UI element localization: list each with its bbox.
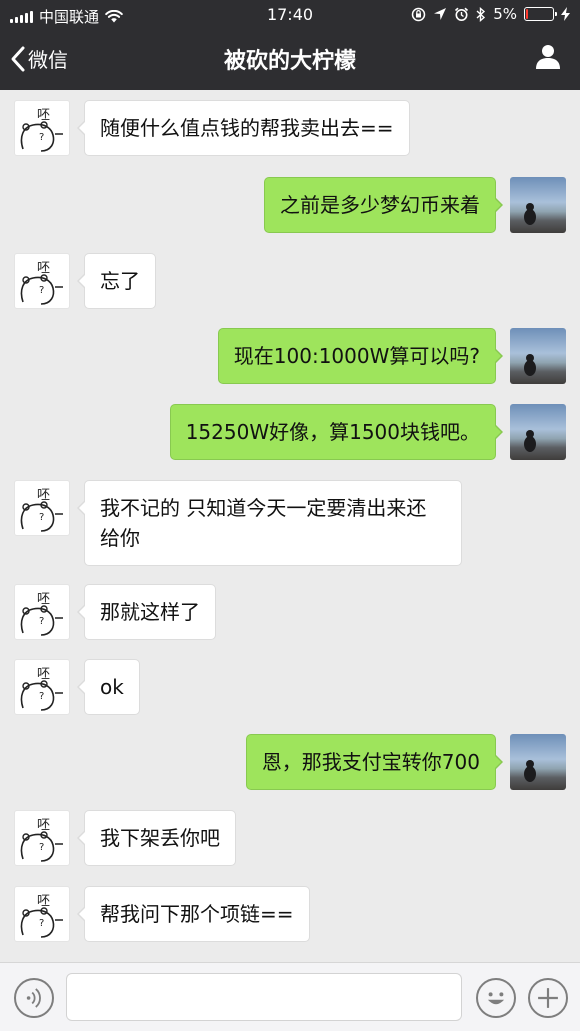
rotation-lock-icon [411, 7, 426, 21]
chat-info-button[interactable] [534, 42, 562, 74]
bear-sticker-avatar: 呸 ? [20, 592, 63, 636]
location-icon [434, 8, 447, 20]
nav-bar: 微信 被砍的大柠檬 [0, 30, 580, 90]
svg-text:?: ? [39, 285, 44, 296]
photo-avatar [524, 203, 536, 225]
alarm-icon [455, 7, 469, 21]
svg-text:呸: 呸 [37, 108, 50, 123]
svg-text:呸: 呸 [37, 818, 50, 833]
plus-icon [538, 988, 558, 1008]
friend-avatar[interactable]: 呸 ? [14, 659, 70, 715]
svg-text:呸: 呸 [37, 592, 50, 607]
svg-text:?: ? [39, 132, 44, 143]
message-bubble[interactable]: 恩，那我支付宝转你700 [245, 734, 504, 790]
message-bubble[interactable]: 现在100:1000W算可以吗? [217, 328, 504, 384]
voice-button[interactable] [14, 978, 54, 1018]
emoji-icon [487, 992, 505, 1005]
message-bubble[interactable]: 随便什么值点钱的帮我卖出去== [77, 100, 410, 156]
svg-text:?: ? [39, 918, 44, 929]
chat-title: 被砍的大柠檬 [223, 49, 356, 74]
svg-text:呸: 呸 [37, 894, 50, 909]
friend-avatar[interactable]: 呸 ? [14, 100, 70, 156]
chat-area[interactable]: 呸 ? 随便什么值点钱的帮我卖出去== 之前是多少梦幻币来着 呸 ? 忘了 现在… [0, 90, 580, 962]
photo-avatar [524, 430, 536, 452]
svg-text:?: ? [39, 842, 44, 853]
message-bubble[interactable]: 忘了 [77, 253, 156, 309]
charging-icon [561, 7, 570, 21]
friend-avatar[interactable]: 呸 ? [14, 886, 70, 942]
friend-avatar[interactable]: 呸 ? [14, 584, 70, 640]
svg-text:呸: 呸 [37, 261, 50, 276]
bear-sticker-avatar: 呸 ? [20, 108, 63, 152]
more-button[interactable] [528, 978, 568, 1018]
my-avatar[interactable] [510, 734, 566, 790]
bear-sticker-avatar: 呸 ? [20, 818, 63, 862]
svg-text:?: ? [39, 691, 44, 702]
battery-icon [524, 7, 557, 21]
message-bubble[interactable]: 之前是多少梦幻币来着 [264, 177, 503, 233]
emoji-button[interactable] [476, 978, 516, 1018]
battery-percent: 5% [493, 5, 517, 23]
bear-sticker-avatar: 呸 ? [20, 488, 63, 532]
friend-avatar[interactable]: 呸 ? [14, 810, 70, 866]
photo-avatar [524, 760, 536, 782]
bear-sticker-avatar: 呸 ? [20, 667, 63, 711]
message-bubble[interactable]: 我不记的 只知道今天一定要清出来还给你 [77, 480, 462, 566]
my-avatar[interactable] [510, 177, 566, 233]
voice-icon [26, 988, 41, 1008]
friend-avatar[interactable]: 呸 ? [14, 480, 70, 536]
svg-text:呸: 呸 [37, 488, 50, 503]
message-bubble[interactable]: 15250W好像，算1500块钱吧。 [169, 404, 504, 460]
svg-text:?: ? [39, 616, 44, 627]
message-bubble[interactable]: 那就这样了 [77, 584, 216, 640]
svg-text:?: ? [39, 512, 44, 523]
status-bar: 中国联通 17:40 5% [0, 0, 580, 30]
message-bubble[interactable]: ok [77, 659, 140, 715]
photo-avatar [524, 354, 536, 376]
message-input[interactable] [66, 973, 462, 1021]
my-avatar[interactable] [510, 328, 566, 384]
message-bubble[interactable]: 帮我问下那个项链== [77, 886, 310, 942]
input-bar [0, 962, 580, 1031]
bluetooth-icon [476, 6, 486, 22]
my-avatar[interactable] [510, 404, 566, 460]
message-bubble[interactable]: 我下架丢你吧 [77, 810, 236, 866]
bear-sticker-avatar: 呸 ? [20, 894, 63, 938]
bear-sticker-avatar: 呸 ? [20, 261, 63, 305]
friend-avatar[interactable]: 呸 ? [14, 253, 70, 309]
svg-text:呸: 呸 [37, 667, 50, 682]
person-icon [536, 45, 560, 69]
